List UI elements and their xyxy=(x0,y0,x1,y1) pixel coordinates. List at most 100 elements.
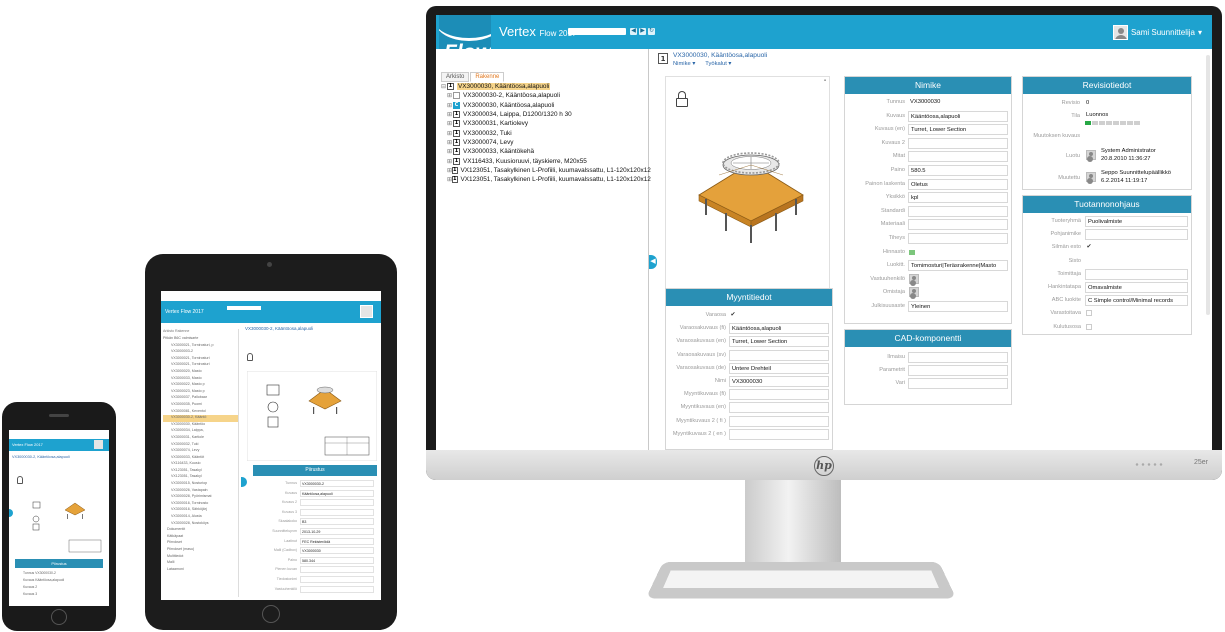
field-value[interactable]: Oletus xyxy=(908,178,1008,190)
field-value[interactable] xyxy=(908,137,1008,149)
field-value[interactable] xyxy=(1085,268,1188,280)
tablet-tree-item[interactable]: VX3000030-2, Kääntö xyxy=(163,415,238,422)
checkbox[interactable] xyxy=(1086,323,1092,330)
field-value[interactable] xyxy=(729,402,829,414)
phone-avatar[interactable] xyxy=(94,440,103,449)
tablet-tree-item[interactable]: Kätkäpaat xyxy=(163,534,238,541)
tree-item[interactable]: ⊞ 1 VX123051, Tasakylkinen L-Profiili, kuu… xyxy=(441,166,651,175)
tablet-tree-item[interactable]: VX3000035, Puomi xyxy=(163,402,238,409)
tablet-tree-item[interactable]: VX3000074, Levy xyxy=(163,448,238,455)
field-value[interactable]: Turret, Lower Section xyxy=(908,124,1008,136)
tab-arkisto[interactable]: Arkisto xyxy=(441,72,470,82)
field-value[interactable] xyxy=(908,365,1008,377)
field-value[interactable] xyxy=(729,389,829,401)
tablet-field-value[interactable]: 2013-10-29 xyxy=(300,527,374,535)
tablet-tree-item[interactable]: VX3000033, Masto xyxy=(163,376,238,383)
tyokalut-menu[interactable]: Työkalut ▾ xyxy=(705,61,731,67)
tree-item[interactable]: ⊞ 1 VX116433, Kuusioruuvi, täyskierre, M20… xyxy=(441,156,646,165)
field-value[interactable] xyxy=(908,219,1008,231)
tablet-tree-item[interactable]: Piirrokset (masu) xyxy=(163,547,238,554)
tablet-search-input[interactable] xyxy=(227,306,261,310)
field-value[interactable]: 580.5 xyxy=(908,164,1008,176)
tablet-tree-item[interactable]: VX3000081, Keventol xyxy=(163,409,238,416)
field-value[interactable]: Kääntöosa,alapuoli xyxy=(729,323,829,335)
tablet-field-value[interactable] xyxy=(300,566,374,574)
field-value[interactable]: C Simple control/Minimal records xyxy=(1085,295,1188,307)
tablet-tree-item[interactable]: VX3000014, Alusta xyxy=(163,514,238,521)
close-icon[interactable]: ▪ xyxy=(824,78,826,84)
tablet-field-value[interactable]: VX3000030-2 xyxy=(300,480,374,487)
tablet-tree-item[interactable]: VX3000026, Vastapain xyxy=(163,488,238,495)
tablet-tree-item[interactable]: VX3000003-2 xyxy=(163,349,238,356)
collapse-panel-button[interactable]: ◀ xyxy=(649,255,657,269)
tablet-tree-item[interactable]: VX3000033, Kääntöt xyxy=(163,455,238,462)
tablet-field-value[interactable] xyxy=(300,585,374,593)
field-value[interactable] xyxy=(908,352,1008,363)
tablet-tree-item[interactable]: VX3000028, Nostoköys xyxy=(163,521,238,528)
tablet-tree-item[interactable]: VX3000031, Kartiole xyxy=(163,435,238,442)
field-value[interactable]: Kääntöosa,alapuoli xyxy=(908,110,1008,122)
tablet-tree-item[interactable]: Dokumentit xyxy=(163,527,238,534)
tree-item[interactable]: ⊞ 1 VX123051, Tasakylkinen L-Profiili, kuu… xyxy=(441,175,651,184)
field-value[interactable]: Yleinen xyxy=(908,300,1008,312)
field-value[interactable] xyxy=(908,151,1008,163)
tablet-avatar[interactable] xyxy=(360,305,373,318)
field-value[interactable] xyxy=(729,349,829,361)
refresh-icon[interactable]: ↻ xyxy=(648,28,655,35)
tablet-tree-item[interactable]: VX3000022, Masto p xyxy=(163,382,238,389)
field-value[interactable]: Turret, Lower Section xyxy=(729,336,829,348)
tablet-tree-item[interactable]: VX3000016, Torninosto xyxy=(163,501,238,508)
user-menu[interactable]: Sami Suunnittelija ▾ xyxy=(1112,22,1202,42)
tree-item[interactable]: ⊟ 1 VX3000030, Kääntöosa,alapuoli xyxy=(441,82,646,91)
tablet-field-value[interactable]: 580.344 xyxy=(300,556,374,564)
field-value[interactable] xyxy=(729,415,829,427)
tablet-tree-item[interactable]: VX123051, Tasakyl xyxy=(163,474,238,481)
tablet-tree-item[interactable]: Multitiedot xyxy=(163,554,238,561)
tablet-field-value[interactable]: FEC Rekisteröidä xyxy=(300,537,374,545)
tablet-tree-item[interactable]: Piirrokset xyxy=(163,540,238,547)
tree-item[interactable]: ⊞ 1 VX3000032, Tuki xyxy=(441,128,646,137)
checkbox[interactable] xyxy=(1086,310,1092,317)
tablet-field-value[interactable]: B3 xyxy=(300,518,374,526)
tablet-tree-item[interactable]: VX3000032, Tuki xyxy=(163,442,238,449)
nimike-menu[interactable]: Nimike ▾ xyxy=(673,61,695,67)
tablet-tree-item[interactable]: Pitkän B6C valmisarte xyxy=(163,336,238,343)
field-value[interactable]: Tomimosturi|Teräsrakenne|Masto xyxy=(908,260,1008,272)
top-search-input[interactable] xyxy=(568,28,626,35)
checkbox-checked[interactable]: ✔ xyxy=(730,312,736,318)
main-scrollbar[interactable] xyxy=(1206,55,1210,315)
field-value[interactable] xyxy=(908,205,1008,217)
tablet-tree-item[interactable]: VX3000028, Pyörimismat xyxy=(163,494,238,501)
tablet-tree-item[interactable]: VX3000021, Tornirosturi xyxy=(163,362,238,369)
tablet-home-button[interactable] xyxy=(262,605,280,623)
field-value[interactable]: Untere Drehteil xyxy=(729,362,829,374)
tree-item[interactable]: ⊞ 1 VX3000031, Kartiolevy xyxy=(441,119,646,128)
tablet-tree-item[interactable]: VX116433, Kuusio xyxy=(163,461,238,468)
tablet-collapse-tab[interactable] xyxy=(241,477,247,487)
forward-icon[interactable]: ▶ xyxy=(639,28,646,35)
field-value[interactable] xyxy=(729,428,829,440)
tablet-tree-item[interactable]: VX3000037, Pallobaar xyxy=(163,395,238,402)
user-avatar-icon[interactable] xyxy=(909,287,919,298)
tablet-tree-item[interactable]: VX123051, Tasakyl xyxy=(163,468,238,475)
tablet-field-value[interactable] xyxy=(300,575,374,583)
checkbox-checked[interactable]: ✔ xyxy=(1086,244,1092,250)
tablet-field-value[interactable]: Kääntöosa,alapuoli xyxy=(300,489,374,497)
phone-collapse-tab[interactable] xyxy=(9,509,13,517)
tablet-tree-item[interactable]: VX3000023, Masto p xyxy=(163,389,238,396)
tablet-tree-item[interactable]: VX3000030, Kääntöo xyxy=(163,422,238,429)
tree-item[interactable]: ⊞ VX3000030-2, Kääntöosa,alapuoli xyxy=(441,91,646,100)
tablet-field-value[interactable] xyxy=(300,508,374,516)
tablet-field-value[interactable] xyxy=(300,499,374,507)
tablet-tree-item[interactable]: VX3000020, Masto xyxy=(163,369,238,376)
field-value[interactable] xyxy=(908,378,1008,390)
tree-item[interactable]: ⊞ 1 VX3000033, Kääntökehä xyxy=(441,147,646,156)
field-value[interactable]: Puolivalmiste xyxy=(1085,216,1188,227)
tablet-tree-item[interactable]: Malli xyxy=(163,560,238,567)
tree-item[interactable]: ⊞ C VX3000030, Kääntöosa,alapuoli xyxy=(441,101,646,110)
tablet-tree-item[interactable]: VX3000021, Tornirosturi, p xyxy=(163,343,238,350)
tab-rakenne[interactable]: Rakenne xyxy=(470,72,505,82)
user-avatar-icon[interactable] xyxy=(909,273,919,284)
tablet-field-value[interactable]: VX3000030 xyxy=(300,547,374,555)
field-value[interactable]: kpl xyxy=(908,192,1008,204)
